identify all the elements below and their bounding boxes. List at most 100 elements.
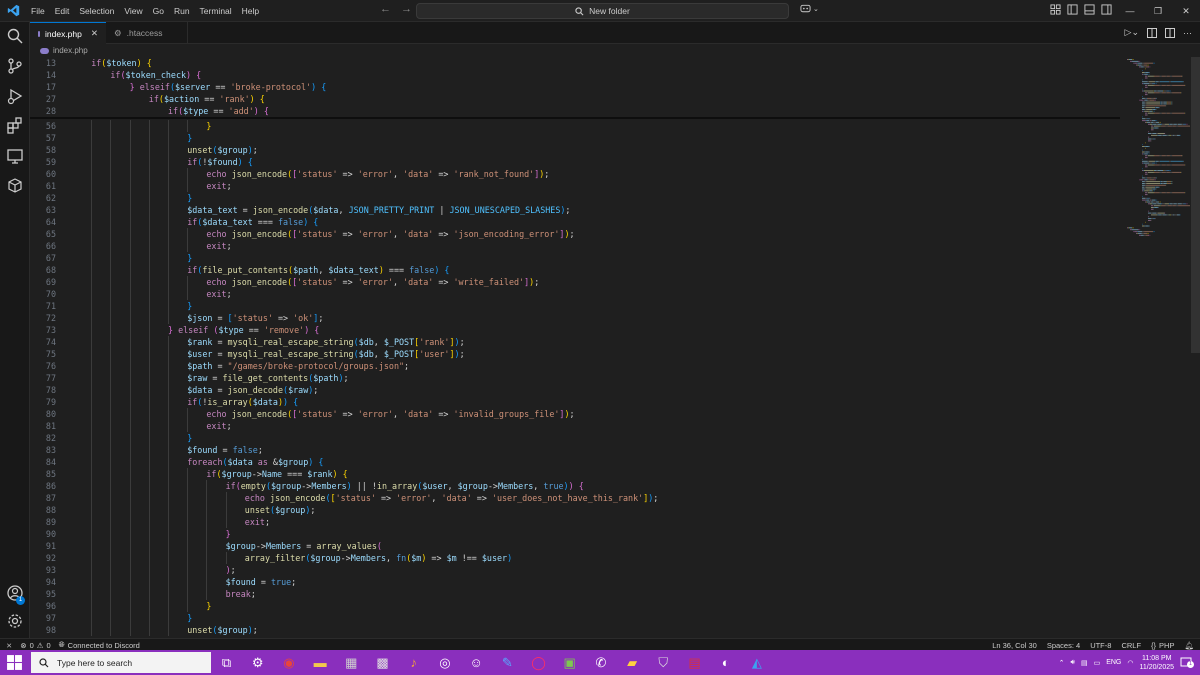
copilot-button[interactable]: ⌄ <box>800 4 819 14</box>
voice-writer-icon[interactable]: ▤ <box>686 654 703 671</box>
taskbar-search-box[interactable]: Type here to search <box>31 652 211 673</box>
file-explorer-icon[interactable]: ▬ <box>312 654 329 671</box>
windows-start-icon[interactable] <box>6 654 23 671</box>
github-icon[interactable]: ◐ <box>717 654 734 671</box>
code-line[interactable]: 88 unset($group); <box>30 504 1120 516</box>
code-editor[interactable]: 56} 57} 58 unset($group); 59 if(!$found) {60 e… <box>30 57 1120 637</box>
open-changes-icon[interactable] <box>1147 27 1157 38</box>
opera-gx-icon[interactable]: ◯ <box>530 654 547 671</box>
code-line[interactable]: 94 $found = true; <box>30 576 1120 588</box>
code-line[interactable]: 77 $raw = file_get_contents($path); <box>30 372 1120 384</box>
language-mode[interactable]: {} PHP <box>1151 641 1174 650</box>
sticky-code-line[interactable]: 27 if($action == 'rank') { <box>30 93 1120 105</box>
toggle-primary-sidebar-icon[interactable] <box>1067 4 1078 15</box>
menu-view[interactable]: View <box>119 0 147 22</box>
vscode-icon[interactable]: ◭ <box>748 654 765 671</box>
explorer-search-icon[interactable] <box>6 27 24 45</box>
run-debug-icon[interactable] <box>6 87 24 105</box>
settings-icon[interactable]: ⚙ <box>249 654 266 671</box>
encoding[interactable]: UTF-8 <box>1090 641 1111 650</box>
menu-terminal[interactable]: Terminal <box>195 0 237 22</box>
back-arrow-icon[interactable]: ← <box>380 3 391 15</box>
code-line[interactable]: 71} <box>30 300 1120 312</box>
steam-icon[interactable]: ◎ <box>436 654 453 671</box>
code-line[interactable]: 91 $group->Members = array_values( <box>30 540 1120 552</box>
code-line[interactable]: 87 echo json_encode(['status' => 'error',… <box>30 492 1120 504</box>
sticky-code-line[interactable]: 14 if($token_check) { <box>30 69 1120 81</box>
code-line[interactable]: 81 exit; <box>30 420 1120 432</box>
code-line[interactable]: 74 $rank = mysqli_real_escape_string($db,… <box>30 336 1120 348</box>
code-line[interactable]: 93); <box>30 564 1120 576</box>
code-line[interactable]: 78 $data = json_decode($raw); <box>30 384 1120 396</box>
code-line[interactable]: 59 if(!$found) { <box>30 156 1120 168</box>
indentation[interactable]: Spaces: 4 <box>1047 641 1080 650</box>
notifications-bell-icon[interactable]: 🔔︎ <box>1184 641 1194 650</box>
more-actions-icon[interactable]: ··· <box>1183 28 1192 38</box>
customize-layout-icon[interactable] <box>1050 4 1061 15</box>
fl-studio-icon[interactable]: ♪ <box>405 654 422 671</box>
code-line[interactable]: 70 exit; <box>30 288 1120 300</box>
code-line[interactable]: 84 foreach($data as &$group) { <box>30 456 1120 468</box>
minecraft-launcher-icon[interactable]: ▦ <box>343 654 360 671</box>
network-icon[interactable]: ▤ <box>1081 659 1088 667</box>
breadcrumb[interactable]: index.php <box>40 44 88 57</box>
toggle-secondary-sidebar-icon[interactable] <box>1101 4 1112 15</box>
code-line[interactable]: 86 if(empty($group->Members) || !in_array… <box>30 480 1120 492</box>
code-line[interactable]: 66 exit; <box>30 240 1120 252</box>
notification-center[interactable]: 1 <box>1180 656 1194 670</box>
menu-file[interactable]: File <box>26 0 50 22</box>
code-line[interactable]: 63 $data_text = json_encode($data, JSON_P… <box>30 204 1120 216</box>
cursor-position[interactable]: Ln 36, Col 30 <box>992 641 1037 650</box>
end-of-line[interactable]: CRLF <box>1121 641 1141 650</box>
extensions-icon[interactable] <box>6 117 24 135</box>
sticky-code-line[interactable]: 28 if($type == 'add') { <box>30 105 1120 117</box>
code-line[interactable]: 76 $path = "/games/broke-protocol/groups.… <box>30 360 1120 372</box>
code-line[interactable]: 90} <box>30 528 1120 540</box>
forward-arrow-icon[interactable]: → <box>401 3 412 15</box>
source-control-icon[interactable] <box>6 57 24 75</box>
language-indicator[interactable]: ENG <box>1106 659 1121 666</box>
remote-indicator-icon[interactable]: ⨯ <box>6 641 12 650</box>
code-line[interactable]: 57} <box>30 132 1120 144</box>
code-line[interactable]: 73} elseif ($type == 'remove') { <box>30 324 1120 336</box>
discord-icon[interactable]: ☺ <box>468 654 485 671</box>
code-line[interactable]: 83 $found = false; <box>30 444 1120 456</box>
scrollbar-thumb[interactable] <box>1191 57 1200 353</box>
sticky-code-line[interactable]: 13 if($token) { <box>30 57 1120 69</box>
code-line[interactable]: 58 unset($group); <box>30 144 1120 156</box>
code-line[interactable]: 56} <box>30 120 1120 132</box>
code-line[interactable]: 96} <box>30 600 1120 612</box>
accounts-button[interactable]: 1 <box>0 584 30 608</box>
chrome-icon[interactable]: ◉ <box>280 654 297 671</box>
code-line[interactable]: 89 exit; <box>30 516 1120 528</box>
menu-selection[interactable]: Selection <box>74 0 119 22</box>
split-editor-icon[interactable] <box>1165 27 1175 38</box>
command-center-search[interactable]: New folder <box>416 3 789 19</box>
manage-gear-icon[interactable] <box>6 612 24 630</box>
run-icon[interactable]: ▷⌄ <box>1125 27 1139 38</box>
discord-status[interactable]: 🌐︎ Connected to Discord <box>59 640 140 650</box>
minimap[interactable] <box>1120 57 1197 637</box>
minimize-icon[interactable]: — <box>1116 0 1144 22</box>
battery-icon[interactable]: ▭ <box>1094 659 1101 667</box>
volume-icon[interactable]: 🔊︎ <box>1071 659 1075 667</box>
containers-icon[interactable] <box>6 177 24 195</box>
menu-help[interactable]: Help <box>237 0 264 22</box>
minecraft-alt-icon[interactable]: ▣ <box>561 654 578 671</box>
close-tab-icon[interactable]: ✕ <box>91 28 98 39</box>
restore-icon[interactable]: ❐ <box>1144 0 1172 22</box>
code-line[interactable]: 97} <box>30 612 1120 624</box>
code-line[interactable]: 69 echo json_encode(['status' => 'error',… <box>30 276 1120 288</box>
pen-app-icon[interactable]: ✎ <box>499 654 516 671</box>
sticky-notes-icon[interactable]: ▰ <box>624 654 641 671</box>
code-line[interactable]: 62} <box>30 192 1120 204</box>
code-line[interactable]: 60 echo json_encode(['status' => 'error',… <box>30 168 1120 180</box>
sticky-code-line[interactable]: 17} elseif($server == 'broke-protocol') … <box>30 81 1120 93</box>
code-line[interactable]: 95 break; <box>30 588 1120 600</box>
breadcrumb-file[interactable]: index.php <box>53 46 88 55</box>
whatsapp-icon[interactable]: ✆ <box>592 654 609 671</box>
minecraft-icon[interactable]: ▩ <box>374 654 391 671</box>
menu-go[interactable]: Go <box>148 0 169 22</box>
tab-htaccess[interactable]: ⚙ .htaccess <box>106 22 188 44</box>
code-line[interactable]: 75 $user = mysqli_real_escape_string($db,… <box>30 348 1120 360</box>
